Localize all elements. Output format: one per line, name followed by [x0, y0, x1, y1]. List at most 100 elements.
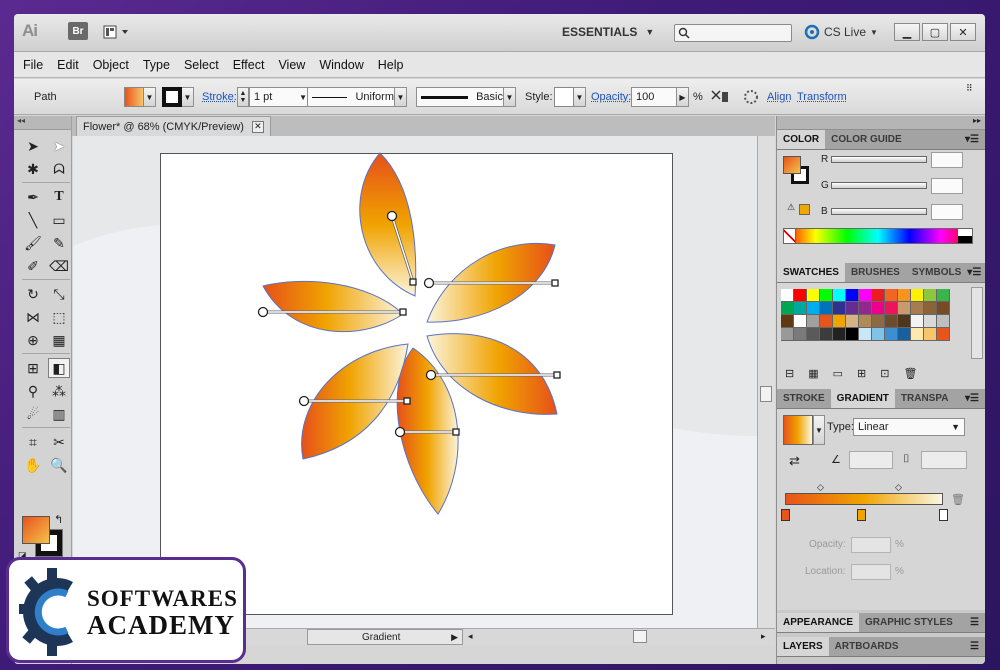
- show-swatch-kinds-icon[interactable]: ▦: [808, 367, 818, 380]
- aspect-ratio-field[interactable]: [921, 451, 967, 469]
- hand-tool-icon[interactable]: ✋: [22, 455, 44, 475]
- swatch[interactable]: [846, 315, 859, 328]
- angle-field[interactable]: [849, 451, 893, 469]
- menu-object[interactable]: Object: [93, 58, 129, 72]
- line-tool-icon[interactable]: ╲: [22, 210, 44, 230]
- swatch[interactable]: [859, 328, 872, 341]
- swatch[interactable]: [898, 315, 911, 328]
- tab-transparency[interactable]: TRANSPA: [895, 389, 955, 408]
- opacity-input[interactable]: 100: [631, 87, 677, 107]
- rectangle-tool-icon[interactable]: ▭: [48, 210, 70, 230]
- symbol-sprayer-tool-icon[interactable]: ☄: [22, 404, 44, 424]
- tab-brushes[interactable]: BRUSHES: [845, 263, 906, 282]
- scale-tool-icon[interactable]: ⤡: [48, 284, 70, 304]
- swatch[interactable]: [833, 328, 846, 341]
- b-field[interactable]: [931, 204, 963, 220]
- swatch[interactable]: [781, 328, 794, 341]
- panel-menu-icon[interactable]: ☰: [970, 637, 985, 656]
- r-slider[interactable]: [831, 156, 927, 163]
- dock-header[interactable]: ▸▸: [777, 116, 985, 130]
- swatch[interactable]: [924, 302, 937, 315]
- stroke-weight-field[interactable]: ▲ ▼ 1 pt ▼: [237, 87, 311, 107]
- menu-window[interactable]: Window: [319, 58, 363, 72]
- tab-color-guide[interactable]: COLOR GUIDE: [825, 130, 908, 149]
- swatch[interactable]: [846, 328, 859, 341]
- fill-swatch[interactable]: ▼: [124, 87, 156, 107]
- swatch[interactable]: [820, 289, 833, 302]
- paintbrush-tool-icon[interactable]: 🖌: [22, 233, 44, 253]
- swatch[interactable]: [937, 302, 950, 315]
- selection-tool-icon[interactable]: ➤: [22, 136, 44, 156]
- b-slider[interactable]: [831, 208, 927, 215]
- eyedropper-tool-icon[interactable]: ⚲: [22, 381, 44, 401]
- shape-builder-tool-icon[interactable]: ⊕: [22, 330, 44, 350]
- gradient-slider-bar[interactable]: [785, 493, 943, 505]
- magic-wand-tool-icon[interactable]: ✱: [22, 159, 44, 179]
- menu-help[interactable]: Help: [378, 58, 404, 72]
- panel-menu-icon[interactable]: ▾☰: [965, 130, 985, 149]
- swatch[interactable]: [820, 315, 833, 328]
- swatch[interactable]: [781, 289, 794, 302]
- mesh-tool-icon[interactable]: ⊞: [22, 358, 44, 378]
- out-of-gamut-icon[interactable]: ⚠: [787, 202, 795, 213]
- scroll-left-icon[interactable]: ◂: [468, 631, 473, 642]
- swatch[interactable]: [911, 289, 924, 302]
- status-tool-indicator[interactable]: Gradient ▶: [307, 629, 463, 645]
- menu-view[interactable]: View: [278, 58, 305, 72]
- swatch[interactable]: [846, 289, 859, 302]
- tab-color[interactable]: COLOR: [777, 130, 826, 149]
- panel-menu-icon[interactable]: ▾☰: [965, 389, 985, 408]
- tab-symbols[interactable]: SYMBOLS: [906, 263, 967, 282]
- bridge-button[interactable]: Br: [68, 22, 88, 40]
- r-field[interactable]: [931, 152, 963, 168]
- swatch[interactable]: [885, 328, 898, 341]
- swatch[interactable]: [794, 302, 807, 315]
- tab-gradient[interactable]: GRADIENT: [830, 389, 895, 408]
- swatch[interactable]: [807, 289, 820, 302]
- profile-dropdown[interactable]: Uniform: [307, 87, 395, 107]
- delete-swatch-icon[interactable]: 🗑: [903, 367, 917, 380]
- swatch[interactable]: [859, 289, 872, 302]
- swatch[interactable]: [794, 315, 807, 328]
- tab-graphic-styles[interactable]: GRAPHIC STYLES: [859, 613, 959, 632]
- blend-tool-icon[interactable]: ⁂: [48, 381, 70, 401]
- maximize-button[interactable]: ▢: [922, 23, 948, 41]
- swatch[interactable]: [872, 315, 885, 328]
- column-graph-tool-icon[interactable]: ▥: [48, 404, 70, 424]
- black-white-swatch[interactable]: [958, 229, 972, 243]
- swatch[interactable]: [911, 302, 924, 315]
- blob-brush-tool-icon[interactable]: ✐: [22, 256, 44, 276]
- midpoint-diamond-icon[interactable]: ◇: [895, 482, 902, 493]
- swatch[interactable]: [794, 328, 807, 341]
- swatch[interactable]: [807, 315, 820, 328]
- swatch[interactable]: [846, 302, 859, 315]
- recolor-artwork-button[interactable]: [709, 87, 731, 107]
- swatch[interactable]: [807, 302, 820, 315]
- scroll-right-icon[interactable]: ▸: [761, 631, 766, 642]
- pencil-tool-icon[interactable]: ✎: [48, 233, 70, 253]
- swatch[interactable]: [781, 302, 794, 315]
- current-color-chip[interactable]: [799, 204, 810, 215]
- direct-selection-tool-icon[interactable]: ➤: [48, 136, 70, 156]
- midpoint-diamond-icon[interactable]: ◇: [817, 482, 824, 493]
- swatch[interactable]: [924, 315, 937, 328]
- swatch[interactable]: [872, 302, 885, 315]
- flower-artwork[interactable]: [73, 136, 757, 628]
- scroll-thumb[interactable]: [633, 630, 647, 643]
- swatch-grid[interactable]: [781, 289, 950, 341]
- fill-stroke-mini[interactable]: [783, 156, 809, 184]
- arrange-documents-button[interactable]: [102, 22, 132, 42]
- menu-file[interactable]: File: [23, 58, 43, 72]
- swatch-options-icon[interactable]: ▭: [833, 367, 843, 380]
- chevron-down-icon[interactable]: ▼: [504, 87, 516, 107]
- swatch[interactable]: [937, 289, 950, 302]
- stop-opacity-field[interactable]: [851, 537, 891, 553]
- swatch[interactable]: [807, 328, 820, 341]
- menu-effect[interactable]: Effect: [233, 58, 265, 72]
- stroke-weight-input[interactable]: 1 pt ▼: [249, 87, 311, 107]
- swatch[interactable]: [898, 302, 911, 315]
- swap-fill-stroke-icon[interactable]: ↰: [54, 513, 63, 526]
- canvas[interactable]: [73, 136, 757, 628]
- menu-select[interactable]: Select: [184, 58, 219, 72]
- gradient-tool-icon[interactable]: ◧: [48, 358, 70, 378]
